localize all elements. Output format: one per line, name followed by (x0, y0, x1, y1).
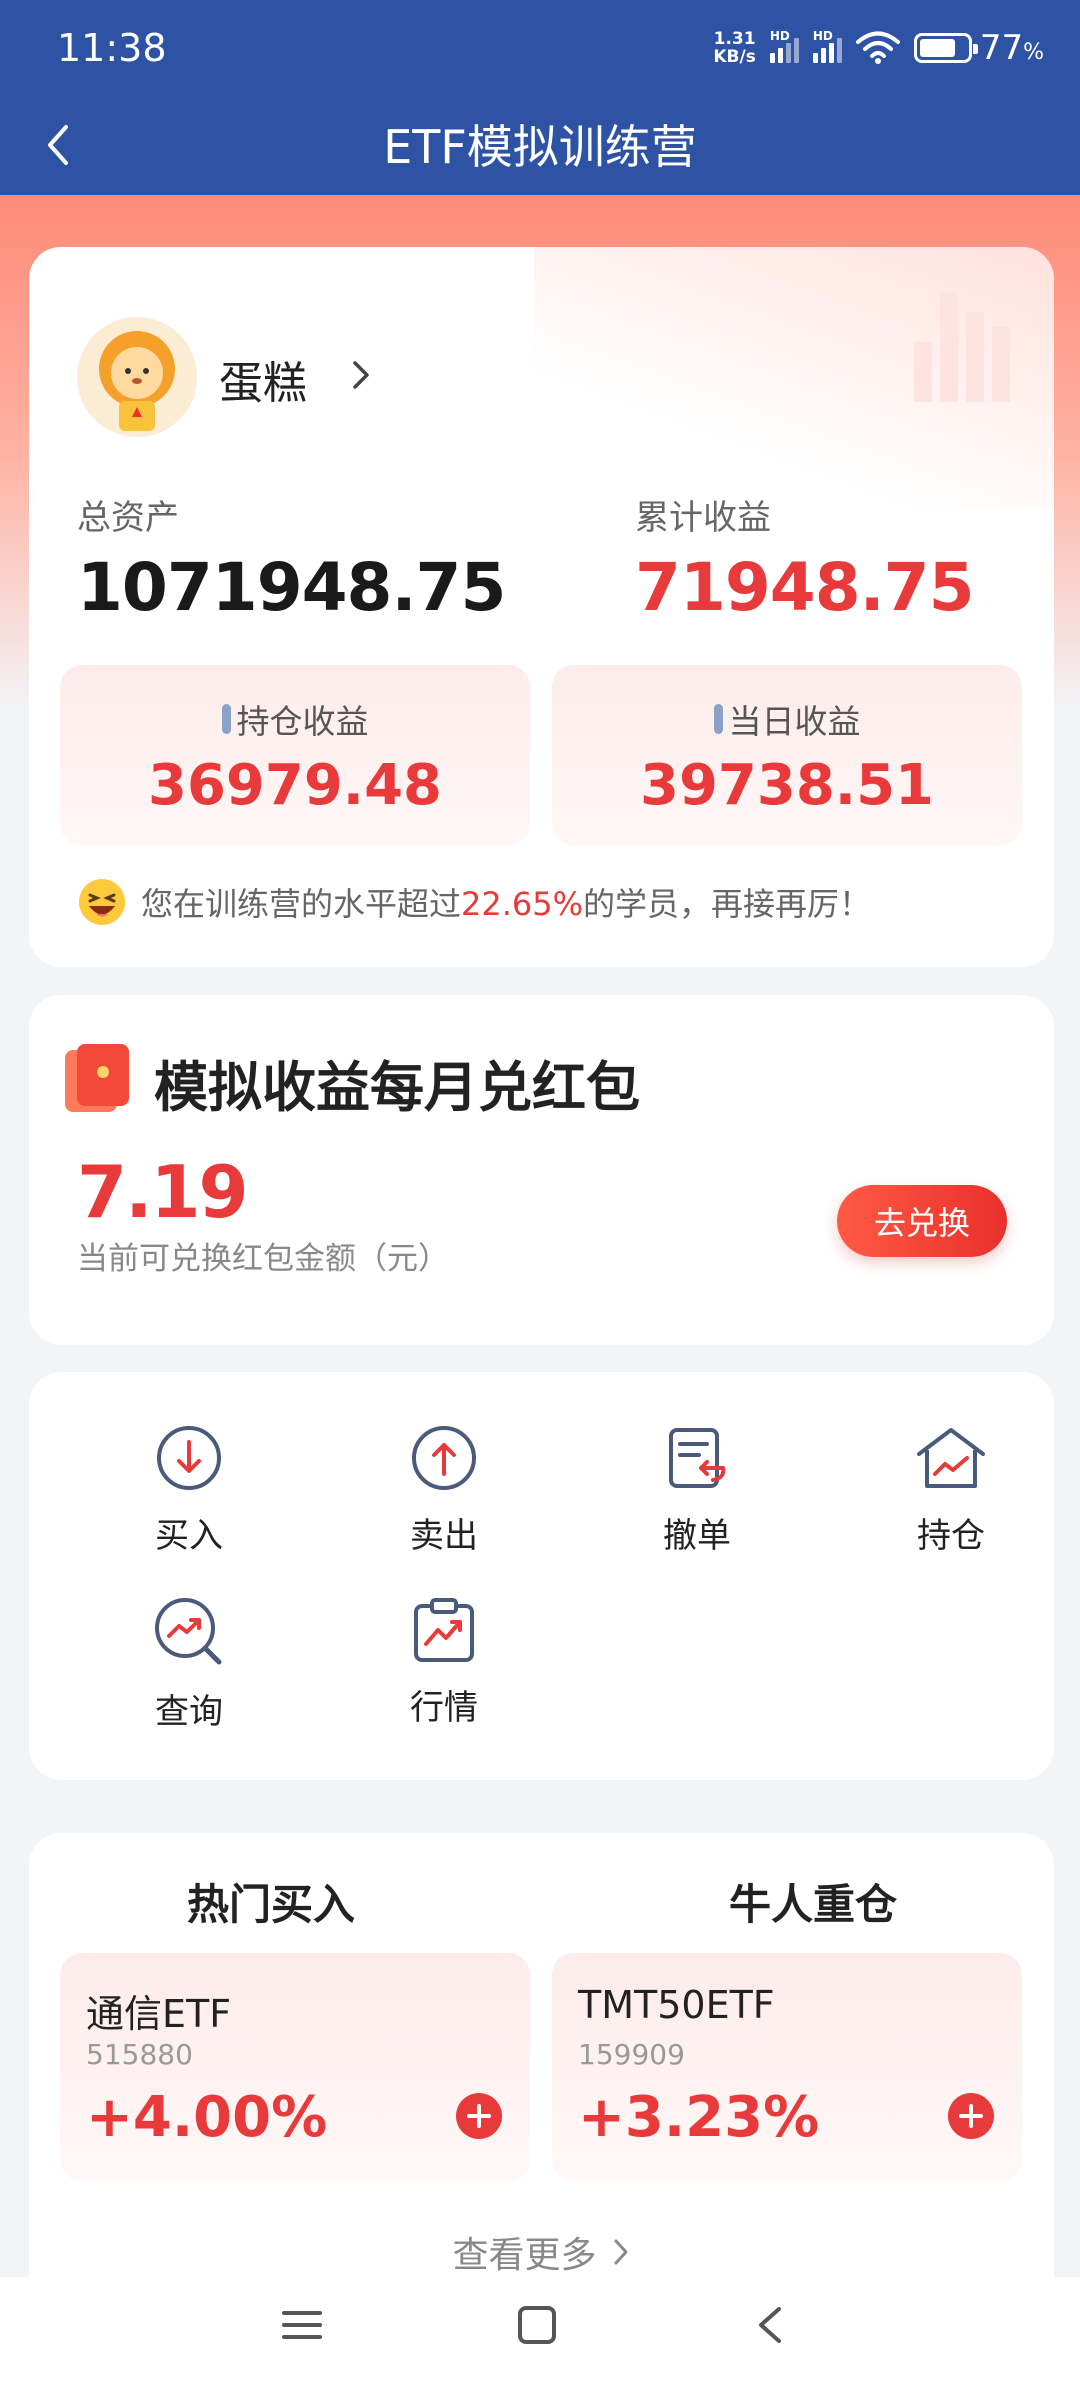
signal-hd-label-2: HD (812, 29, 833, 43)
daily-profit-value: 39738.51 (639, 753, 935, 818)
etf-item-card[interactable]: TMT50ETF 159909 +3.23% (552, 1953, 1022, 2181)
back-triangle-icon[interactable] (755, 2305, 785, 2345)
buy-arrow-down-icon (157, 1426, 221, 1490)
cumulative-profit-value: 71948.75 (635, 549, 975, 626)
action-buy[interactable]: 买入 (89, 1422, 289, 1557)
plus-icon (467, 2104, 491, 2128)
lion-avatar-icon (99, 331, 175, 431)
sell-arrow-up-icon (412, 1426, 476, 1490)
red-packet-amount: 7.19 (77, 1150, 249, 1234)
battery-unit: % (1023, 40, 1044, 65)
tab-heavy-holdings[interactable]: 牛人重仓 (729, 1871, 897, 1932)
wifi-icon (855, 31, 900, 64)
action-query[interactable]: 查询 (89, 1594, 289, 1733)
exchange-button[interactable]: 去兑换 (837, 1185, 1007, 1257)
holding-profit-box: 持仓收益 36979.48 (60, 665, 530, 845)
etf-item-card[interactable]: 通信ETF 515880 +4.00% (60, 1953, 530, 2181)
total-assets-value: 1071948.75 (77, 549, 506, 626)
holdings-house-icon (917, 1428, 985, 1488)
action-buy-label: 买入 (155, 1516, 223, 1556)
system-navigation-bar (0, 2277, 1080, 2400)
tab-hot-buy[interactable]: 热门买入 (187, 1871, 355, 1932)
rank-prefix: 您在训练营的水平超过 (141, 885, 462, 923)
status-time: 11:38 (57, 26, 167, 70)
rank-percent: 22.65% (461, 885, 584, 923)
rank-message: 您在训练营的水平超过22.65%的学员，再接再厉！ (77, 877, 871, 927)
action-holdings-label: 持仓 (917, 1516, 985, 1556)
status-bar: 11:38 1.31 KB/s HD HD 77% (0, 0, 1080, 95)
red-packet-icon (65, 1044, 129, 1112)
plus-icon (959, 2104, 983, 2128)
action-sell-label: 卖出 (410, 1516, 478, 1556)
total-assets-label: 总资产 (77, 498, 179, 538)
battery-icon (913, 33, 978, 63)
grinning-face-icon (79, 879, 125, 925)
username[interactable]: 蛋糕 (219, 347, 307, 411)
daily-profit-label: 当日收益 (728, 702, 861, 741)
view-more-link[interactable]: 查看更多 (29, 2226, 1054, 2278)
etf-name: TMT50ETF (578, 1983, 775, 2027)
action-market-label: 行情 (410, 1688, 478, 1728)
net-speed-unit: KB/s (713, 47, 756, 67)
rank-suffix: 的学员，再接再厉！ (583, 885, 872, 923)
net-speed-value: 1.31 (713, 29, 756, 49)
add-etf-button[interactable] (456, 2093, 502, 2139)
query-search-icon (155, 1598, 222, 1665)
net-speed: 1.31 KB/s (713, 30, 755, 66)
add-etf-button[interactable] (948, 2093, 994, 2139)
pill-icon (713, 704, 723, 734)
chevron-right-icon[interactable] (349, 357, 373, 393)
signal-icon-2: HD (812, 29, 842, 63)
etf-code: 515880 (86, 2038, 193, 2071)
action-query-label: 查询 (155, 1692, 223, 1732)
etf-change: +3.23% (578, 2085, 820, 2150)
trade-actions-card: 买入 卖出 撤单 持仓 查询 行情 (29, 1372, 1054, 1780)
pill-icon (221, 704, 231, 734)
home-square-icon[interactable] (517, 2305, 557, 2345)
status-right: 1.31 KB/s HD HD 77% (713, 28, 1044, 68)
battery-indicator: 77% (913, 28, 1044, 68)
action-market[interactable]: 行情 (344, 1594, 544, 1729)
etf-code: 159909 (578, 2038, 685, 2071)
asset-summary-card: 蛋糕 总资产 1071948.75 累计收益 71948.75 持仓收益 369… (29, 247, 1054, 967)
avatar[interactable] (77, 317, 197, 437)
menu-icon[interactable] (282, 2305, 322, 2345)
hot-tabs: 热门买入 牛人重仓 (29, 1871, 1054, 1977)
red-packet-card: 模拟收益每月兑红包 7.19 当前可兑换红包金额（元） 去兑换 (29, 995, 1054, 1345)
etf-change: +4.00% (86, 2085, 328, 2150)
app-header: 11:38 1.31 KB/s HD HD 77% ETF模拟训练营 (0, 0, 1080, 195)
holding-profit-value: 36979.48 (147, 753, 443, 818)
etf-name: 通信ETF (86, 1992, 232, 2036)
action-sell[interactable]: 卖出 (344, 1422, 544, 1557)
cumulative-profit-label: 累计收益 (635, 498, 771, 538)
nav-bar: ETF模拟训练营 (0, 95, 1080, 195)
action-holdings[interactable]: 持仓 (851, 1422, 1051, 1557)
view-more-label: 查看更多 (452, 2235, 597, 2276)
battery-percent: 77 (979, 28, 1024, 68)
action-cancel-order-label: 撤单 (663, 1516, 731, 1556)
holding-profit-label: 持仓收益 (236, 702, 369, 741)
market-clipboard-icon (414, 1598, 474, 1662)
cancel-order-icon (669, 1428, 726, 1488)
page-title: ETF模拟训练营 (383, 120, 697, 174)
bar-chart-decoration-icon (914, 292, 1010, 402)
signal-icon: HD (769, 29, 799, 63)
red-packet-description: 当前可兑换红包金额（元） (77, 1241, 449, 1277)
chevron-right-icon (614, 2239, 627, 2265)
signal-hd-label: HD (769, 29, 790, 43)
red-packet-title: 模拟收益每月兑红包 (154, 1056, 640, 1119)
daily-profit-box: 当日收益 39738.51 (552, 665, 1022, 845)
action-cancel-order[interactable]: 撤单 (597, 1422, 797, 1557)
